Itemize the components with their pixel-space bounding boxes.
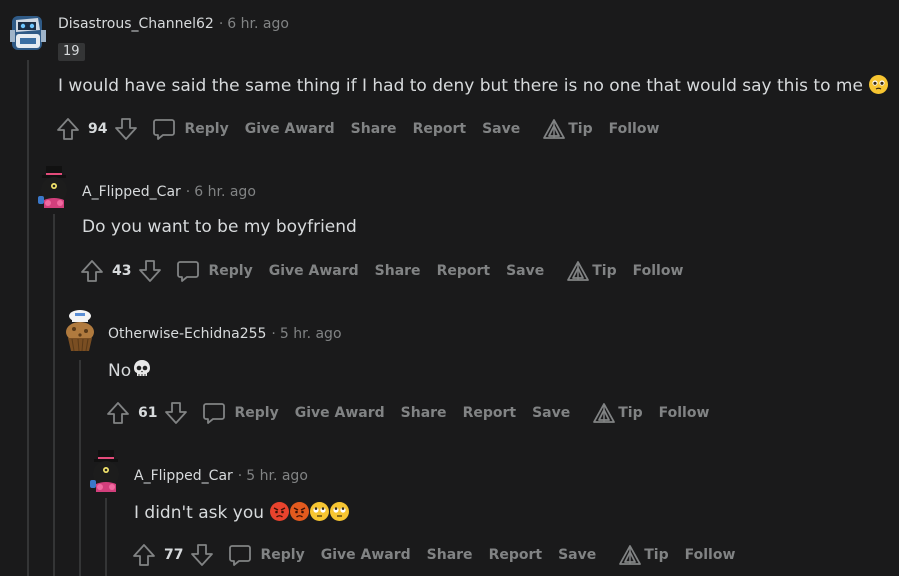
comment-text: I didn't ask you: [134, 503, 264, 523]
username[interactable]: Disastrous_Channel62: [58, 16, 214, 32]
save-button[interactable]: Save: [482, 121, 520, 137]
downvote-icon[interactable]: [190, 543, 214, 567]
report-button[interactable]: Report: [463, 405, 517, 421]
comment-actions: 94 Reply Give Award Share Report Save Ti…: [56, 117, 675, 141]
comment-actions: 77 Reply Give Award Share Report Save Ti…: [132, 543, 751, 567]
reply-button[interactable]: Reply: [152, 117, 229, 141]
username[interactable]: A_Flipped_Car: [82, 184, 181, 200]
save-button[interactable]: Save: [506, 263, 544, 279]
reply-button[interactable]: Reply: [202, 401, 279, 425]
comment-body: No: [108, 359, 152, 381]
comment-text: No: [108, 361, 132, 381]
tip-button[interactable]: Tip: [618, 544, 669, 566]
timestamp[interactable]: 5 hr. ago: [246, 468, 308, 484]
give-award-button[interactable]: Give Award: [295, 405, 385, 421]
top-hat-creature-avatar[interactable]: [88, 450, 124, 494]
comment-bubble-icon: [177, 261, 200, 282]
thread-line[interactable]: [53, 214, 55, 576]
thread-line[interactable]: [105, 498, 107, 576]
share-button[interactable]: Share: [401, 405, 447, 421]
pleading-face-emoji: [869, 75, 889, 94]
user-flair: 19: [58, 43, 85, 61]
chef-muffin-avatar[interactable]: [62, 308, 98, 352]
timestamp[interactable]: 6 hr. ago: [194, 184, 256, 200]
give-award-button[interactable]: Give Award: [245, 121, 335, 137]
share-button[interactable]: Share: [351, 121, 397, 137]
upvote-icon[interactable]: [106, 401, 130, 425]
follow-button[interactable]: Follow: [659, 405, 710, 421]
separator-dot: ·: [218, 16, 224, 32]
tip-triangle-icon: [619, 545, 642, 565]
separator-dot: ·: [185, 184, 191, 200]
reply-button[interactable]: Reply: [228, 543, 305, 567]
downvote-icon[interactable]: [138, 259, 162, 283]
username[interactable]: A_Flipped_Car: [134, 468, 233, 484]
report-button[interactable]: Report: [413, 121, 467, 137]
tip-button[interactable]: Tip: [542, 118, 593, 140]
comment-text: Do you want to be my boyfriend: [82, 217, 357, 237]
give-award-button[interactable]: Give Award: [321, 547, 411, 563]
thread-line[interactable]: [27, 60, 29, 576]
downvote-icon[interactable]: [114, 117, 138, 141]
tip-button[interactable]: Tip: [566, 260, 617, 282]
comment-text: I would have said the same thing if I ha…: [58, 76, 863, 96]
give-award-button[interactable]: Give Award: [269, 263, 359, 279]
timestamp[interactable]: 6 hr. ago: [227, 16, 289, 32]
thread-line[interactable]: [79, 360, 81, 576]
save-button[interactable]: Save: [532, 405, 570, 421]
comment-bubble-icon: [153, 119, 176, 140]
upvote-icon[interactable]: [132, 543, 156, 567]
save-button[interactable]: Save: [558, 547, 596, 563]
skull-emoji: [132, 359, 152, 379]
share-button[interactable]: Share: [427, 547, 473, 563]
share-button[interactable]: Share: [375, 263, 421, 279]
separator-dot: ·: [237, 468, 243, 484]
comment-bubble-icon: [229, 545, 252, 566]
comment-body: I didn't ask you: [134, 502, 350, 523]
comment-body: Do you want to be my boyfriend: [82, 217, 357, 237]
top-hat-creature-avatar[interactable]: [36, 166, 72, 210]
follow-button[interactable]: Follow: [609, 121, 660, 137]
downvote-icon[interactable]: [164, 401, 188, 425]
vote-score: 77: [164, 547, 184, 563]
robot-avatar[interactable]: [10, 12, 46, 54]
comment-actions: 43 Reply Give Award Share Report Save Ti…: [80, 259, 699, 283]
tip-triangle-icon: [543, 119, 566, 139]
timestamp[interactable]: 5 hr. ago: [280, 326, 342, 342]
tip-triangle-icon: [593, 403, 616, 423]
comment-bubble-icon: [203, 403, 226, 424]
upvote-icon[interactable]: [56, 117, 80, 141]
comment-actions: 61 Reply Give Award Share Report Save Ti…: [106, 401, 725, 425]
follow-button[interactable]: Follow: [685, 547, 736, 563]
upvote-icon[interactable]: [80, 259, 104, 283]
angry-face-emoji: [290, 502, 310, 521]
username[interactable]: Otherwise-Echidna255: [108, 326, 266, 342]
pouting-face-emoji: [270, 502, 290, 521]
vote-score: 61: [138, 405, 158, 421]
report-button[interactable]: Report: [437, 263, 491, 279]
report-button[interactable]: Report: [489, 547, 543, 563]
vote-score: 43: [112, 263, 132, 279]
follow-button[interactable]: Follow: [633, 263, 684, 279]
vote-score: 94: [88, 121, 108, 137]
reply-button[interactable]: Reply: [176, 259, 253, 283]
rolling-eyes-emoji: [310, 502, 330, 521]
tip-button[interactable]: Tip: [592, 402, 643, 424]
separator-dot: ·: [271, 326, 276, 342]
rolling-eyes-emoji: [330, 502, 350, 521]
tip-triangle-icon: [567, 261, 590, 281]
comment-body: I would have said the same thing if I ha…: [58, 75, 889, 96]
